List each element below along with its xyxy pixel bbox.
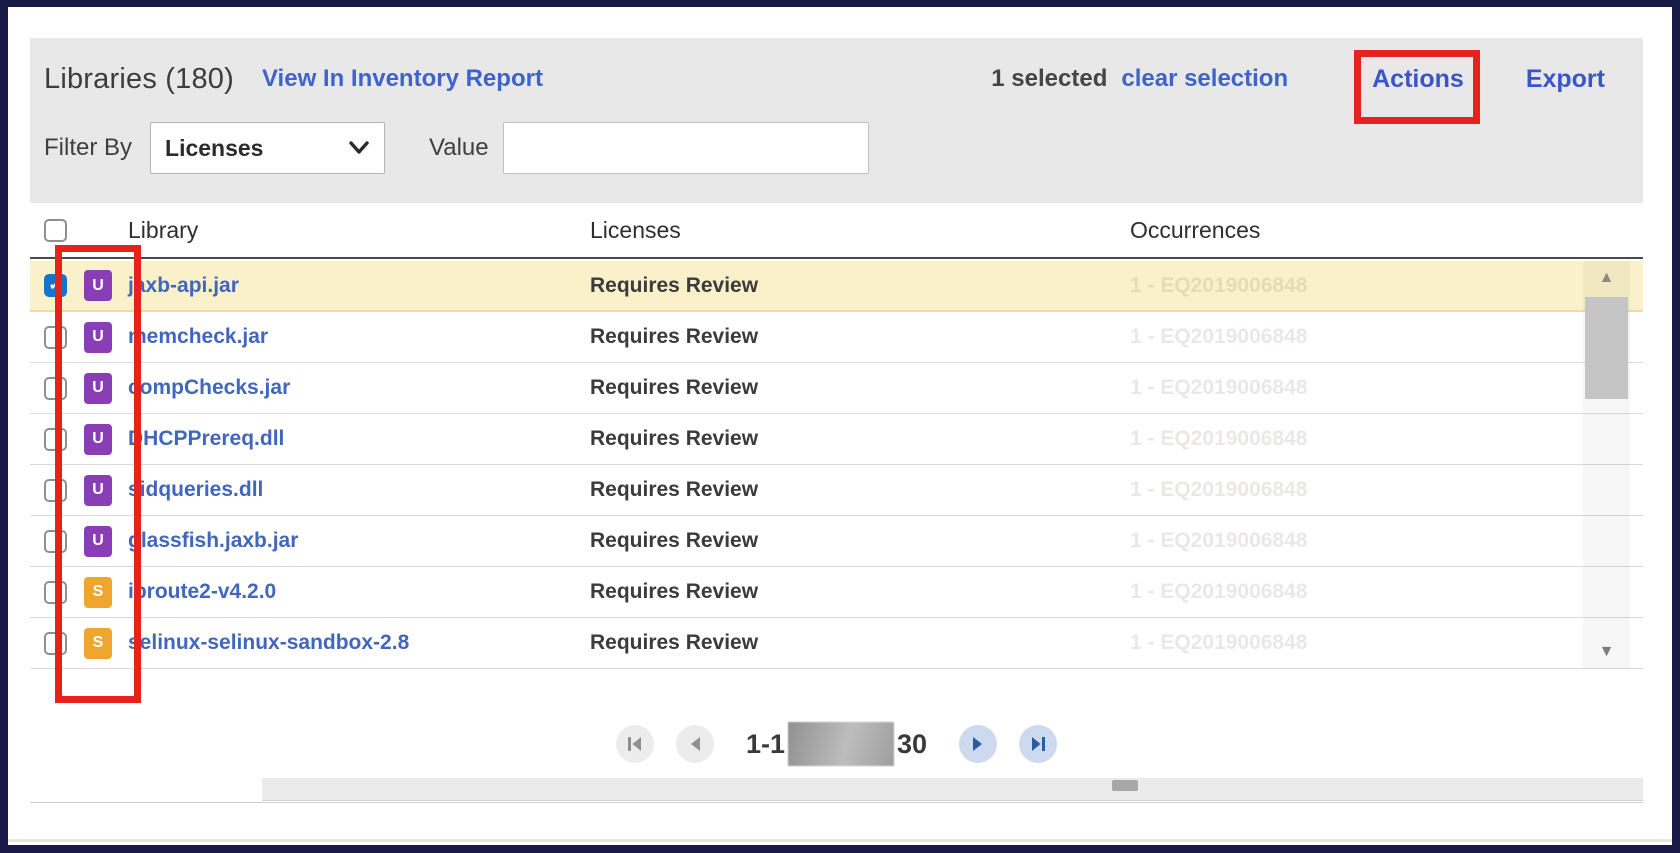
table-body: ✔ Ujaxb-api.jar Requires Review 1 - EQ20190… — [30, 261, 1643, 669]
usage-badge: U — [84, 475, 112, 506]
occurrence-value: 1 - EQ2019006848 — [1130, 325, 1307, 349]
occurrence-value: 1 - EQ2019006848 — [1130, 529, 1307, 553]
next-section-edge — [262, 778, 1643, 801]
export-button[interactable]: Export — [1526, 65, 1605, 94]
select-all-checkbox[interactable] — [44, 219, 67, 242]
table-header-row: Library Licenses Occurrences — [30, 203, 1643, 259]
table-scrollbar[interactable]: ▲ ▼ — [1583, 261, 1630, 669]
view-in-inventory-report-link[interactable]: View In Inventory Report — [262, 65, 543, 93]
next-page-icon — [971, 736, 985, 752]
filter-selected-option: Licenses — [165, 135, 263, 162]
table-row[interactable]: ✔ Ujaxb-api.jar Requires Review 1 - EQ20190… — [30, 261, 1643, 312]
actions-button[interactable]: Actions — [1372, 65, 1464, 93]
usage-badge: U — [84, 526, 112, 557]
usage-badge: U — [84, 322, 112, 353]
license-value: Requires Review — [590, 478, 758, 502]
column-header-licenses: Licenses — [590, 217, 681, 244]
first-page-icon — [626, 736, 643, 752]
column-header-occurrences: Occurrences — [1130, 217, 1260, 244]
row-checkbox[interactable] — [44, 632, 67, 655]
value-label: Value — [429, 134, 489, 162]
library-link[interactable]: sidqueries.dll — [128, 478, 263, 502]
usage-badge: U — [84, 373, 112, 404]
library-link[interactable]: jaxb-api.jar — [128, 274, 239, 298]
license-value: Requires Review — [590, 529, 758, 553]
library-link[interactable]: DHCPPrereq.dll — [128, 427, 284, 451]
row-checkbox[interactable] — [44, 581, 67, 604]
table-row[interactable]: UcompChecks.jar Requires Review 1 - EQ2019… — [30, 363, 1643, 414]
scroll-down-icon[interactable]: ▼ — [1583, 637, 1630, 667]
row-checkbox[interactable] — [44, 377, 67, 400]
license-value: Requires Review — [590, 631, 758, 655]
table-row[interactable]: Uglassfish.jaxb.jar Requires Review 1 - EQ… — [30, 516, 1643, 567]
page-range: 1-1 30 — [746, 722, 927, 766]
filter-by-select[interactable]: Licenses — [150, 122, 385, 174]
scroll-up-icon[interactable]: ▲ — [1583, 263, 1630, 293]
library-link[interactable]: selinux-selinux-sandbox-2.8 — [128, 631, 409, 655]
library-link[interactable]: iproute2-v4.2.0 — [128, 580, 276, 604]
panel-header: Libraries (180) View In Inventory Report… — [44, 48, 1605, 110]
last-page-button[interactable] — [1019, 725, 1057, 763]
row-checkbox[interactable] — [44, 326, 67, 349]
page-title: Libraries (180) — [44, 63, 234, 96]
divider-line — [8, 839, 1672, 842]
usage-badge: U — [84, 270, 112, 301]
redacted-blur-box — [788, 722, 894, 766]
page-range-prefix: 1-1 — [746, 729, 785, 760]
occurrence-value: 1 - EQ2019006848 — [1130, 274, 1307, 298]
license-value: Requires Review — [590, 427, 758, 451]
occurrence-value: 1 - EQ2019006848 — [1130, 580, 1307, 604]
screenshot-stage: Libraries (180) View In Inventory Report… — [0, 0, 1680, 853]
table-row[interactable]: Usidqueries.dll Requires Review 1 - EQ2019… — [30, 465, 1643, 516]
header-actions: 1 selected clear selection Actions Expor… — [991, 65, 1605, 94]
license-value: Requires Review — [590, 325, 758, 349]
table-row[interactable]: U DHCPPrereq.dll Requires Review 1 - EQ2019… — [30, 414, 1643, 465]
occurrence-value: 1 - EQ2019006848 — [1130, 376, 1307, 400]
row-checkbox[interactable] — [44, 428, 67, 451]
table-row[interactable]: Umemcheck.jar Requires Review 1 - EQ201900… — [30, 312, 1643, 363]
occurrence-value: 1 - EQ2019006848 — [1130, 478, 1307, 502]
library-link[interactable]: glassfish.jaxb.jar — [128, 529, 298, 553]
row-checkbox[interactable] — [44, 530, 67, 553]
library-link[interactable]: memcheck.jar — [128, 325, 268, 349]
pagination: 1-1 30 — [30, 714, 1643, 774]
table-row[interactable]: Sselinux-selinux-sandbox-2.8 Requires Rev… — [30, 618, 1643, 669]
license-value: Requires Review — [590, 274, 758, 298]
next-page-button[interactable] — [959, 725, 997, 763]
usage-badge: S — [84, 577, 112, 608]
usage-badge: U — [84, 424, 112, 455]
library-link[interactable]: compChecks.jar — [128, 376, 290, 400]
actions-wrap: Actions — [1372, 65, 1464, 94]
table-row[interactable]: Siproute2-v4.2.0 Requires Review 1 - EQ201… — [30, 567, 1643, 618]
selected-count: 1 selected — [991, 65, 1107, 93]
row-checkbox[interactable]: ✔ — [44, 274, 67, 297]
scrollbar-thumb[interactable] — [1585, 297, 1628, 399]
clear-selection-link[interactable]: clear selection — [1121, 65, 1288, 93]
license-value: Requires Review — [590, 580, 758, 604]
column-header-library: Library — [128, 217, 198, 244]
occurrence-value: 1 - EQ2019006848 — [1130, 427, 1307, 451]
usage-badge: S — [84, 628, 112, 659]
filter-value-input[interactable] — [503, 122, 869, 174]
filter-row: Filter By Licenses Value — [44, 122, 869, 174]
license-value: Requires Review — [590, 376, 758, 400]
filter-by-label: Filter By — [44, 134, 132, 162]
previous-page-icon — [688, 736, 702, 752]
page-range-suffix: 30 — [897, 729, 927, 760]
libraries-panel: Libraries (180) View In Inventory Report… — [30, 38, 1643, 803]
chevron-down-icon — [348, 141, 370, 155]
splitter-handle[interactable] — [1112, 780, 1138, 791]
occurrence-value: 1 - EQ2019006848 — [1130, 631, 1307, 655]
row-checkbox[interactable] — [44, 479, 67, 502]
previous-page-button[interactable] — [676, 725, 714, 763]
first-page-button[interactable] — [616, 725, 654, 763]
last-page-icon — [1030, 736, 1047, 752]
